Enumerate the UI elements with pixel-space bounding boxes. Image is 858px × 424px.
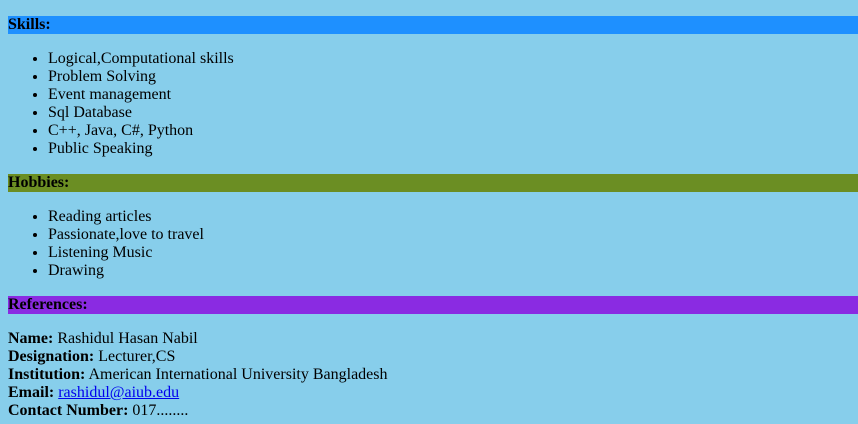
reference-name-row: Name: Rashidul Hasan Nabil [8, 330, 388, 348]
designation-value: Lecturer,CS [94, 348, 176, 365]
list-item: Logical,Computational skills [48, 50, 234, 68]
contact-value: 017........ [128, 402, 189, 419]
list-item: Sql Database [48, 104, 234, 122]
skills-list: Logical,Computational skills Problem Sol… [0, 50, 234, 158]
list-item: Passionate,love to travel [48, 226, 204, 244]
list-item: C++, Java, C#, Python [48, 122, 234, 140]
reference-institution-row: Institution: American International Univ… [8, 366, 388, 384]
references-header: References: [8, 296, 858, 314]
list-item: Listening Music [48, 244, 204, 262]
email-label: Email: [8, 384, 55, 401]
institution-label: Institution: [8, 366, 86, 383]
name-label: Name: [8, 330, 54, 347]
list-item: Event management [48, 86, 234, 104]
list-item: Drawing [48, 262, 204, 280]
references-details: Name: Rashidul Hasan Nabil Designation: … [8, 330, 388, 420]
contact-label: Contact Number: [8, 402, 129, 419]
list-item: Public Speaking [48, 140, 234, 158]
name-value: Rashidul Hasan Nabil [53, 330, 198, 347]
reference-email-row: Email: rashidul@aiub.edu [8, 384, 388, 402]
resume-page: Skills: Logical,Computational skills Pro… [0, 0, 858, 424]
institution-value: American International University Bangla… [85, 366, 388, 383]
list-item: Problem Solving [48, 68, 234, 86]
hobbies-list: Reading articles Passionate,love to trav… [0, 208, 204, 280]
reference-designation-row: Designation: Lecturer,CS [8, 348, 388, 366]
designation-label: Designation: [8, 348, 95, 365]
skills-header: Skills: [8, 16, 858, 34]
reference-contact-row: Contact Number: 017........ [8, 402, 388, 420]
email-link[interactable]: rashidul@aiub.edu [58, 384, 179, 401]
hobbies-header: Hobbies: [8, 174, 858, 192]
list-item: Reading articles [48, 208, 204, 226]
